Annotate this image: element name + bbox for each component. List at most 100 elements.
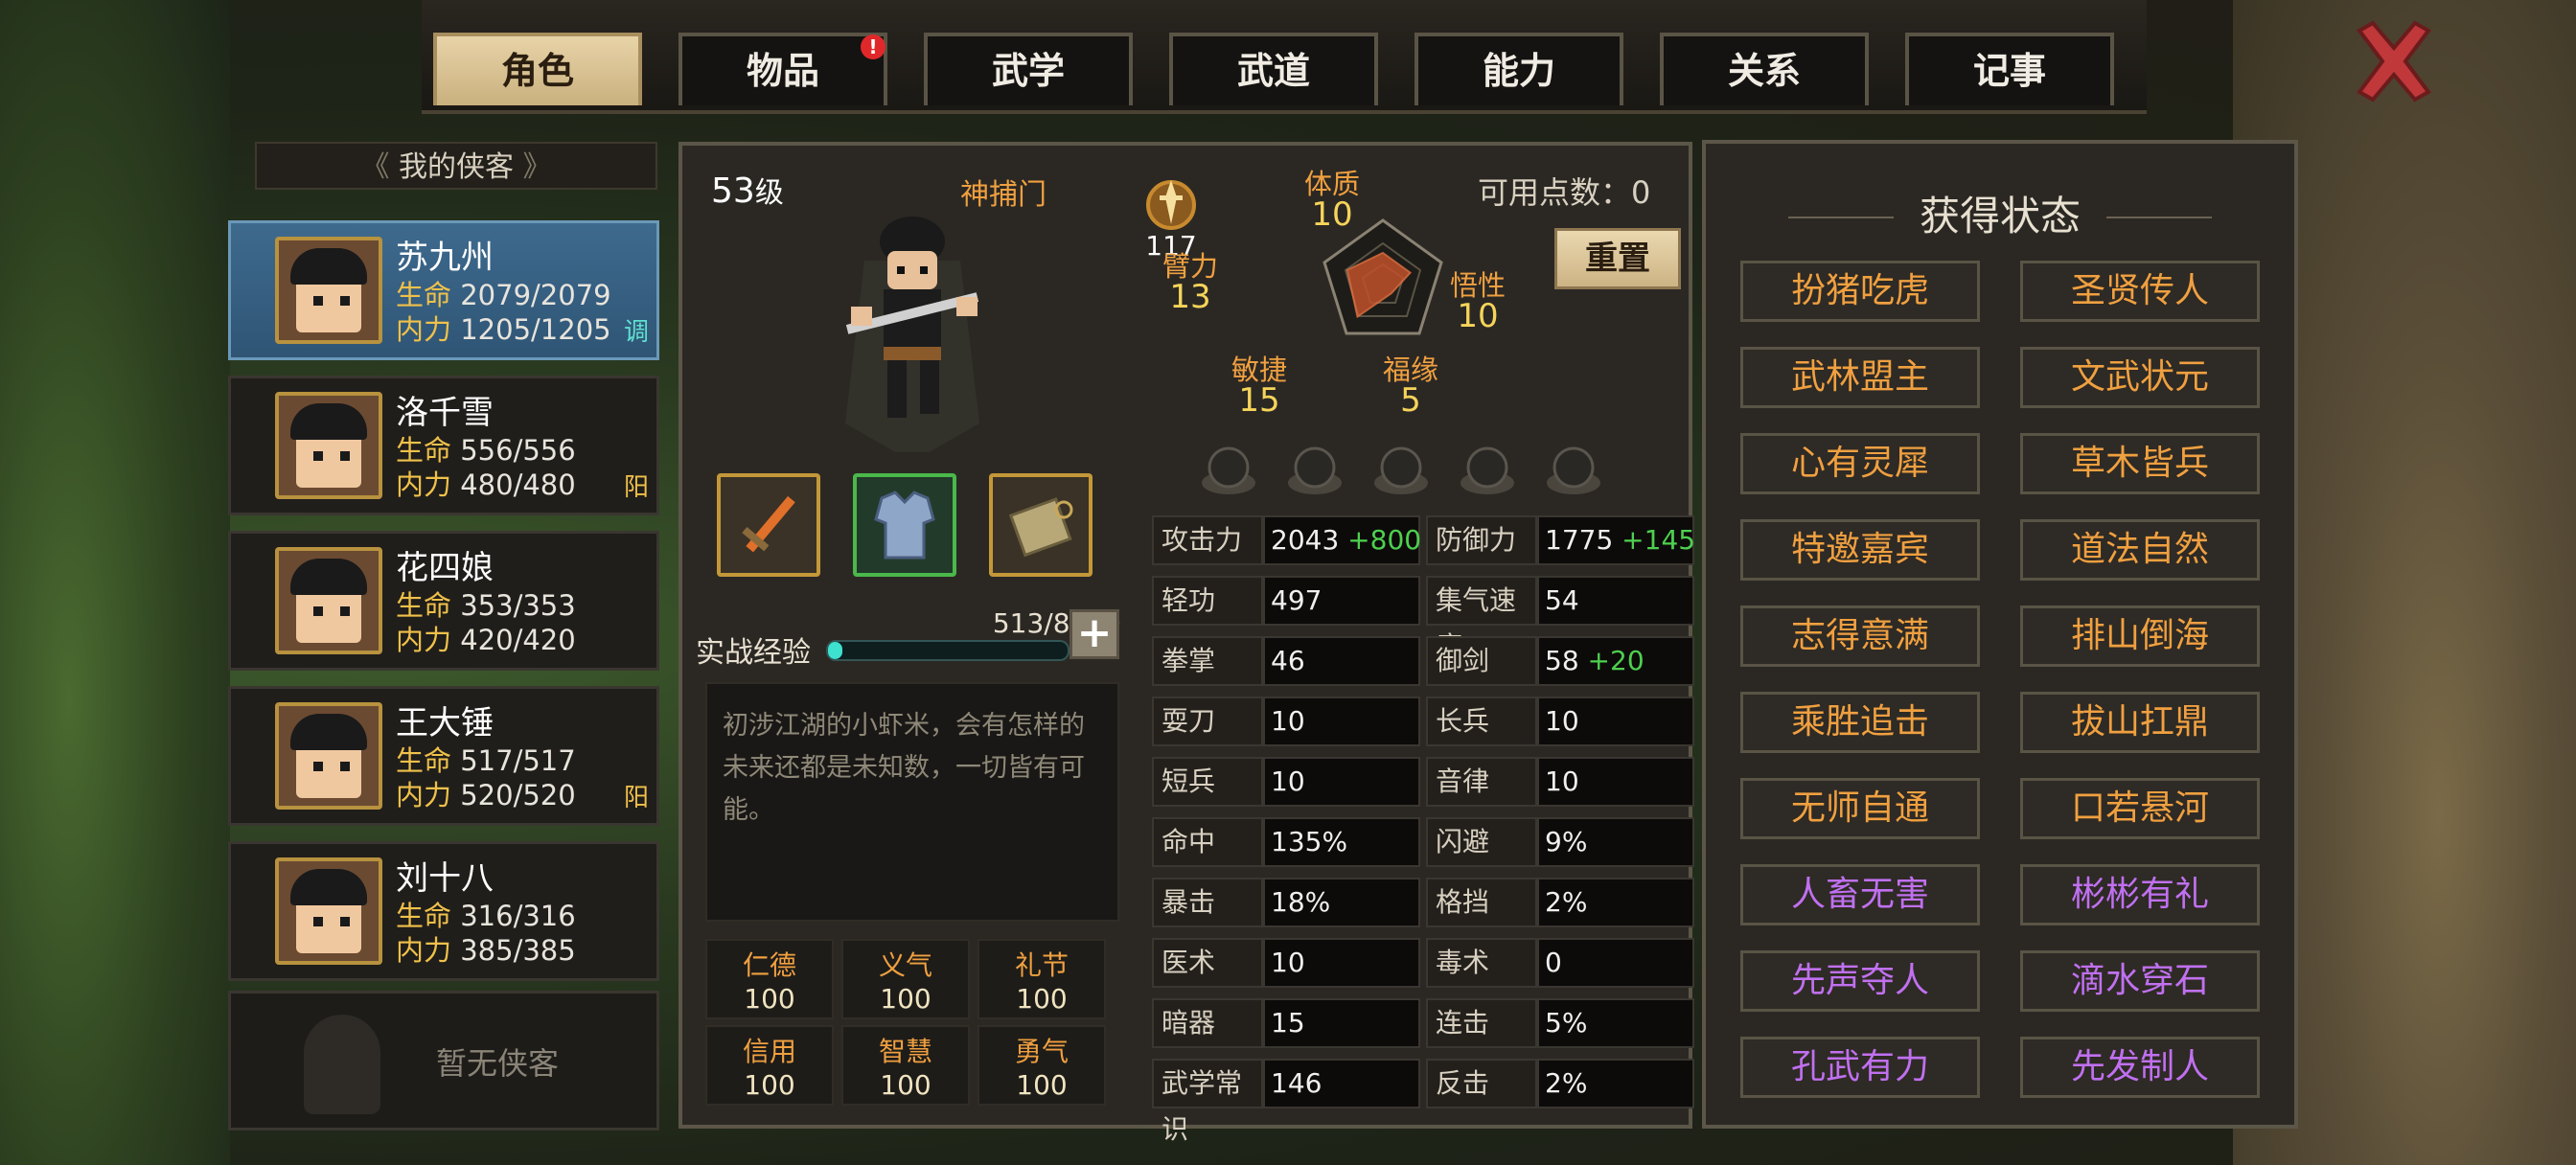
tab-label: 武道 — [1236, 50, 1310, 92]
stat-value-cell: 2% — [1537, 1059, 1694, 1108]
status-chip[interactable]: 孔武有力 — [1740, 1037, 1980, 1098]
hero-card[interactable]: 洛千雪 生命 556/556 内力 480/480 阳 — [228, 376, 659, 515]
hero-card[interactable]: 苏九州 生命 2079/2079 内力 1205/1205 调 — [228, 220, 659, 360]
virtue-cell: 智慧 100 — [841, 1025, 970, 1106]
stat-value-cell: 2043 +800 — [1263, 515, 1421, 565]
stat-row: 连击 5% — [1426, 998, 1694, 1048]
stat-value: 10 — [1545, 765, 1579, 797]
status-chip[interactable]: 心有灵犀 — [1740, 433, 1980, 494]
tab-label: 武学 — [991, 50, 1065, 92]
points-label: 可用点数： — [1478, 174, 1632, 211]
virtue-name: 智慧 — [878, 1036, 932, 1067]
hero-portrait — [275, 702, 382, 810]
hero-tag: 调 — [623, 318, 649, 347]
virtue-name: 勇气 — [1014, 1036, 1069, 1067]
portrait-eye — [313, 917, 323, 926]
stat-value-cell: 15 — [1263, 998, 1420, 1048]
reset-button[interactable]: 重置 — [1554, 228, 1681, 289]
hp-label: 生命 — [396, 744, 452, 777]
stat-name: 命中 — [1152, 817, 1263, 867]
status-chip[interactable]: 拔山扛鼎 — [2020, 692, 2260, 753]
stat-value-cell: 2% — [1537, 878, 1694, 927]
portrait-eye — [340, 762, 350, 771]
stat-row: 暴击 18% — [1152, 878, 1420, 927]
status-chip[interactable]: 文武状元 — [2020, 347, 2260, 408]
armor-slot[interactable] — [853, 473, 956, 577]
orb-slot-icon[interactable] — [1286, 441, 1344, 498]
hero-card[interactable]: 花四娘 生命 353/353 内力 420/420 — [228, 531, 659, 671]
status-chip[interactable]: 乘胜追击 — [1740, 692, 1980, 753]
hero-card[interactable]: 王大锤 生命 517/517 内力 520/520 阳 — [228, 686, 659, 826]
orb-slot-icon[interactable] — [1200, 441, 1257, 498]
status-chip[interactable]: 扮猪吃虎 — [1740, 261, 1980, 322]
status-chip[interactable]: 先声夺人 — [1740, 950, 1980, 1012]
hero-card[interactable]: 刘十八 生命 316/316 内力 385/385 — [228, 841, 659, 981]
tab-1[interactable]: 物品! — [678, 33, 887, 105]
accessory-slot[interactable] — [989, 473, 1092, 577]
mp-value: 1205/1205 — [460, 313, 611, 346]
empty-hero-slot[interactable]: 暂无侠客 — [228, 991, 659, 1131]
stat-name: 长兵 — [1426, 697, 1537, 746]
tab-6[interactable]: 记事 — [1905, 33, 2114, 105]
virtue-cell: 义气 100 — [841, 939, 970, 1019]
orb-slot-icon[interactable] — [1372, 441, 1430, 498]
status-chip[interactable]: 无师自通 — [1740, 778, 1980, 839]
stat-row: 医术 10 — [1152, 938, 1420, 988]
status-chip[interactable]: 志得意满 — [1740, 605, 1980, 667]
stat-row: 音律 10 — [1426, 757, 1694, 807]
portrait-eye — [313, 296, 323, 306]
weapon-slot[interactable] — [717, 473, 820, 577]
orb-slot-icon[interactable] — [1459, 441, 1516, 498]
tab-2[interactable]: 武学 — [924, 33, 1133, 105]
tab-0[interactable]: 角色 — [433, 33, 642, 105]
tab-4[interactable]: 能力 — [1414, 33, 1623, 105]
portrait-eye — [313, 762, 323, 771]
status-chip[interactable]: 滴水穿石 — [2020, 950, 2260, 1012]
status-chip[interactable]: 武林盟主 — [1740, 347, 1980, 408]
virtue-name: 仁德 — [742, 949, 796, 981]
status-chip[interactable]: 口若悬河 — [2020, 778, 2260, 839]
stat-name: 暗器 — [1152, 998, 1263, 1048]
status-chip[interactable]: 草木皆兵 — [2020, 433, 2260, 494]
stat-row: 暗器 15 — [1152, 998, 1420, 1048]
hero-mp: 内力 385/385 — [396, 928, 576, 969]
stat-value: 5% — [1545, 1007, 1588, 1039]
stat-value: 46 — [1271, 645, 1305, 676]
status-chip[interactable]: 彬彬有礼 — [2020, 864, 2260, 925]
level-number: 53 — [711, 171, 755, 211]
hero-name: 王大锤 — [396, 704, 494, 742]
stat-value: 135% — [1271, 826, 1348, 857]
stat-value: 10 — [1545, 705, 1579, 737]
tab-5[interactable]: 关系 — [1660, 33, 1869, 105]
exp-bar — [826, 640, 1070, 661]
tab-label: 能力 — [1482, 50, 1555, 92]
status-chip[interactable]: 人畜无害 — [1740, 864, 1980, 925]
status-chip[interactable]: 排山倒海 — [2020, 605, 2260, 667]
stat-value-cell: 1775 +145 — [1537, 515, 1695, 565]
stat-value: 9% — [1545, 826, 1588, 857]
close-icon[interactable] — [2350, 17, 2438, 105]
add-exp-button[interactable]: + — [1070, 609, 1119, 659]
virtue-cell: 仁德 100 — [705, 939, 834, 1019]
tab-3[interactable]: 武道 — [1169, 33, 1378, 105]
status-chip[interactable]: 特邀嘉宾 — [1740, 519, 1980, 581]
orb-slot-icon[interactable] — [1545, 441, 1602, 498]
stat-name: 格挡 — [1426, 878, 1537, 927]
hp-value: 2079/2079 — [460, 279, 611, 311]
hp-value: 556/556 — [460, 434, 576, 467]
stat-value-cell: 146 — [1263, 1059, 1420, 1108]
attribute-value: 15 — [1238, 381, 1280, 420]
attribute-1: 悟性 10 — [1430, 270, 1526, 332]
stat-row: 毒术 0 — [1426, 938, 1694, 988]
status-chip[interactable]: 道法自然 — [2020, 519, 2260, 581]
stat-name: 武学常识 — [1152, 1059, 1263, 1145]
stat-row: 格挡 2% — [1426, 878, 1694, 927]
status-chip[interactable]: 先发制人 — [2020, 1037, 2260, 1098]
stat-value: 18% — [1271, 886, 1331, 918]
status-chip[interactable]: 圣贤传人 — [2020, 261, 2260, 322]
attribute-value: 10 — [1311, 195, 1353, 234]
stat-name: 御剑 — [1426, 636, 1537, 686]
stat-name: 短兵 — [1152, 757, 1263, 807]
stat-value-cell: 0 — [1537, 938, 1694, 988]
stat-value-cell: 10 — [1537, 697, 1694, 746]
